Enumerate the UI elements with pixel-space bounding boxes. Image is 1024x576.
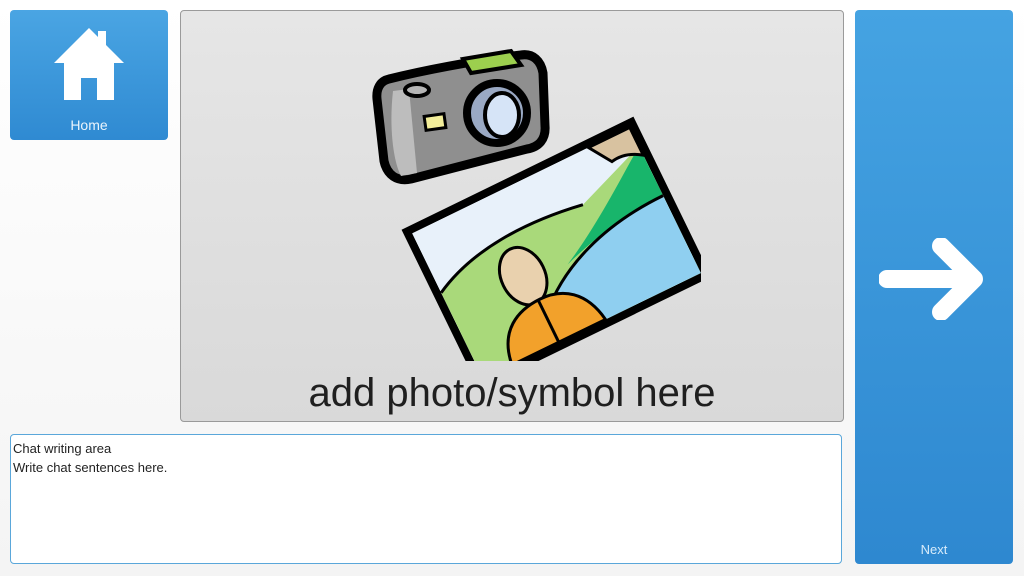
home-label: Home [70,117,108,133]
house-icon [54,28,124,100]
arrow-right-icon [879,238,983,320]
home-button[interactable]: Home [10,10,168,140]
camera-photo-icon [372,48,701,361]
camera-icon [372,48,550,185]
next-label: Next [920,542,948,557]
chat-area-placeholder: Write chat sentences here. [13,460,168,475]
symbol-caption: add photo/symbol here [308,371,716,415]
chat-area-title: Chat writing area [13,441,112,456]
chat-writing-area[interactable]: Chat writing area Write chat sentences h… [10,434,842,564]
add-symbol-area[interactable]: add photo/symbol here [180,10,844,422]
communication-page: Home add photo/symbol here Chat writing … [0,0,1024,576]
next-button[interactable]: Next [855,10,1013,564]
